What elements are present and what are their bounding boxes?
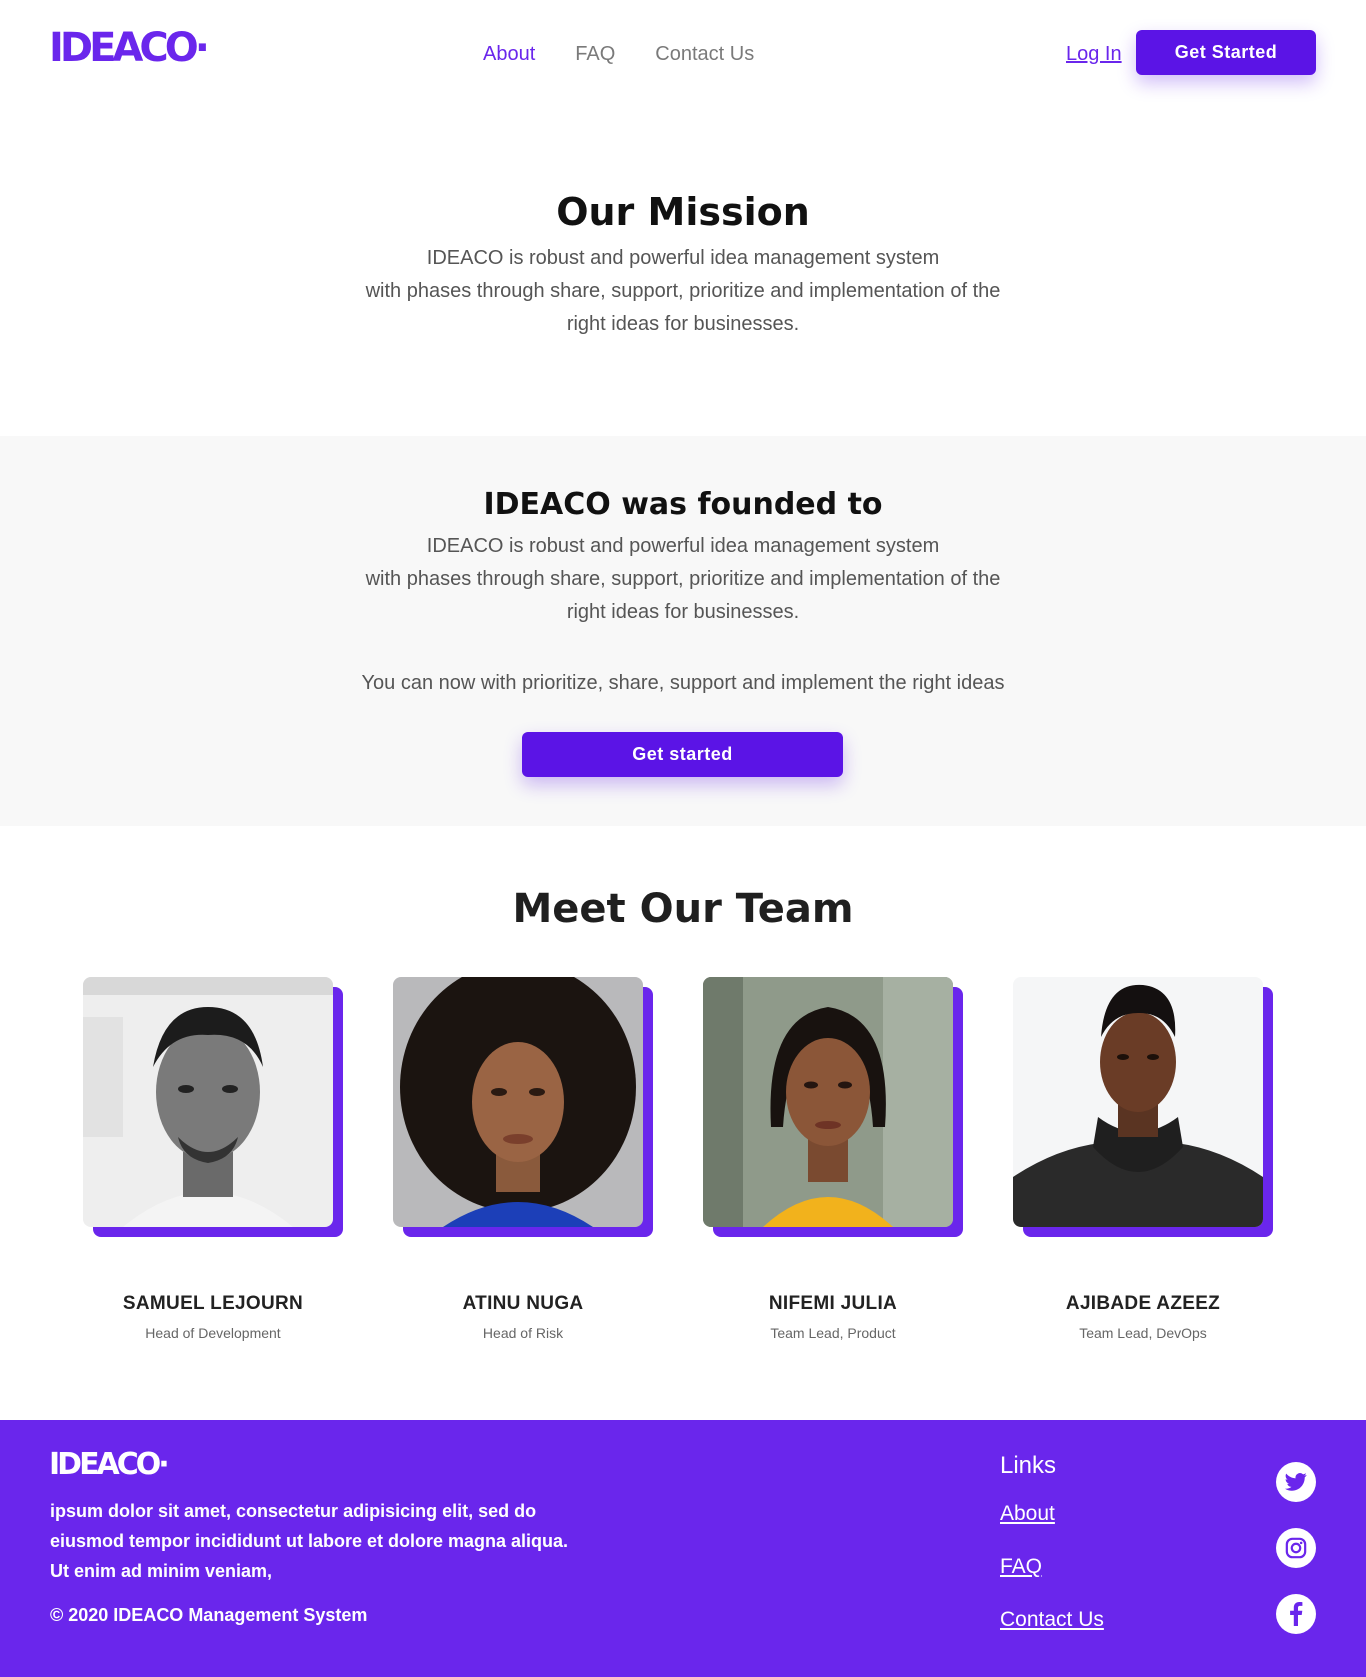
team-member-card: SAMUEL LEJOURN Head of Development: [83, 977, 343, 1341]
team-member-photo: [393, 977, 643, 1227]
mission-line: right ideas for businesses.: [566, 313, 800, 335]
nav-contact-us[interactable]: Contact Us: [655, 40, 754, 68]
twitter-icon[interactable]: [1276, 1462, 1316, 1502]
team-member-photo: [703, 977, 953, 1227]
mission-text: IDEACO is robust and powerful idea manag…: [320, 242, 1046, 341]
nav-about[interactable]: About: [483, 40, 535, 68]
founded-title: IDEACO was founded to: [483, 487, 883, 522]
mission-line: IDEACO is robust and powerful idea manag…: [426, 247, 940, 269]
site-header: IDEACO· About FAQ Contact Us Log In Get …: [0, 0, 1366, 108]
team-title: Meet Our Team: [512, 886, 854, 932]
site-footer: IDEACO· ipsum dolor sit amet, consectetu…: [0, 1420, 1366, 1677]
team-member-role: Team Lead, Product: [770, 1325, 896, 1341]
team-member-card: ATINU NUGA Head of Risk: [393, 977, 653, 1341]
team-member-card: NIFEMI JULIA Team Lead, Product: [703, 977, 963, 1341]
founded-section: IDEACO was founded to IDEACO is robust a…: [0, 436, 1366, 826]
mission-title: Our Mission: [556, 190, 810, 234]
team-member-name: ATINU NUGA: [462, 1293, 584, 1314]
nav-faq[interactable]: FAQ: [575, 40, 615, 68]
main-nav: About FAQ Contact Us: [483, 40, 794, 68]
instagram-icon[interactable]: [1276, 1528, 1316, 1568]
founded-line: right ideas for businesses.: [566, 601, 800, 623]
team-member-name: SAMUEL LEJOURN: [122, 1293, 304, 1314]
footer-description: ipsum dolor sit amet, consectetur adipis…: [50, 1501, 569, 1581]
mission-line: with phases through share, support, prio…: [365, 280, 1001, 302]
footer-logo[interactable]: IDEACO·: [49, 1450, 170, 1480]
team-member-photo: [1013, 977, 1263, 1227]
founded-line: with phases through share, support, prio…: [365, 568, 1001, 590]
footer-link-about[interactable]: About: [1000, 1502, 1055, 1526]
team-member-role: Team Lead, DevOps: [1079, 1325, 1207, 1341]
footer-link-faq[interactable]: FAQ: [1000, 1555, 1042, 1579]
ideaco-logo[interactable]: IDEACO·: [49, 28, 210, 68]
team-member-role: Head of Development: [145, 1325, 281, 1341]
founded-tagline: You can now with prioritize, share, supp…: [361, 672, 1005, 694]
team-member-name: AJIBADE AZEEZ: [1065, 1293, 1221, 1314]
team-member-role: Head of Risk: [482, 1325, 564, 1341]
login-link[interactable]: Log In: [1066, 40, 1122, 68]
team-member-card: AJIBADE AZEEZ Team Lead, DevOps: [1013, 977, 1273, 1341]
team-member-photo: [83, 977, 333, 1227]
facebook-icon[interactable]: [1276, 1594, 1316, 1634]
footer-links-title: Links: [1000, 1452, 1057, 1479]
team-member-name: NIFEMI JULIA: [768, 1293, 898, 1314]
get-started-button[interactable]: Get Started: [1136, 30, 1316, 75]
footer-link-contact-us[interactable]: Contact Us: [1000, 1608, 1104, 1632]
copyright-text: © 2020 IDEACO Management System: [50, 1605, 368, 1625]
founded-line: IDEACO is robust and powerful idea manag…: [426, 535, 940, 557]
founded-text: IDEACO is robust and powerful idea manag…: [320, 530, 1046, 629]
get-started-section-button[interactable]: Get started: [522, 732, 843, 777]
